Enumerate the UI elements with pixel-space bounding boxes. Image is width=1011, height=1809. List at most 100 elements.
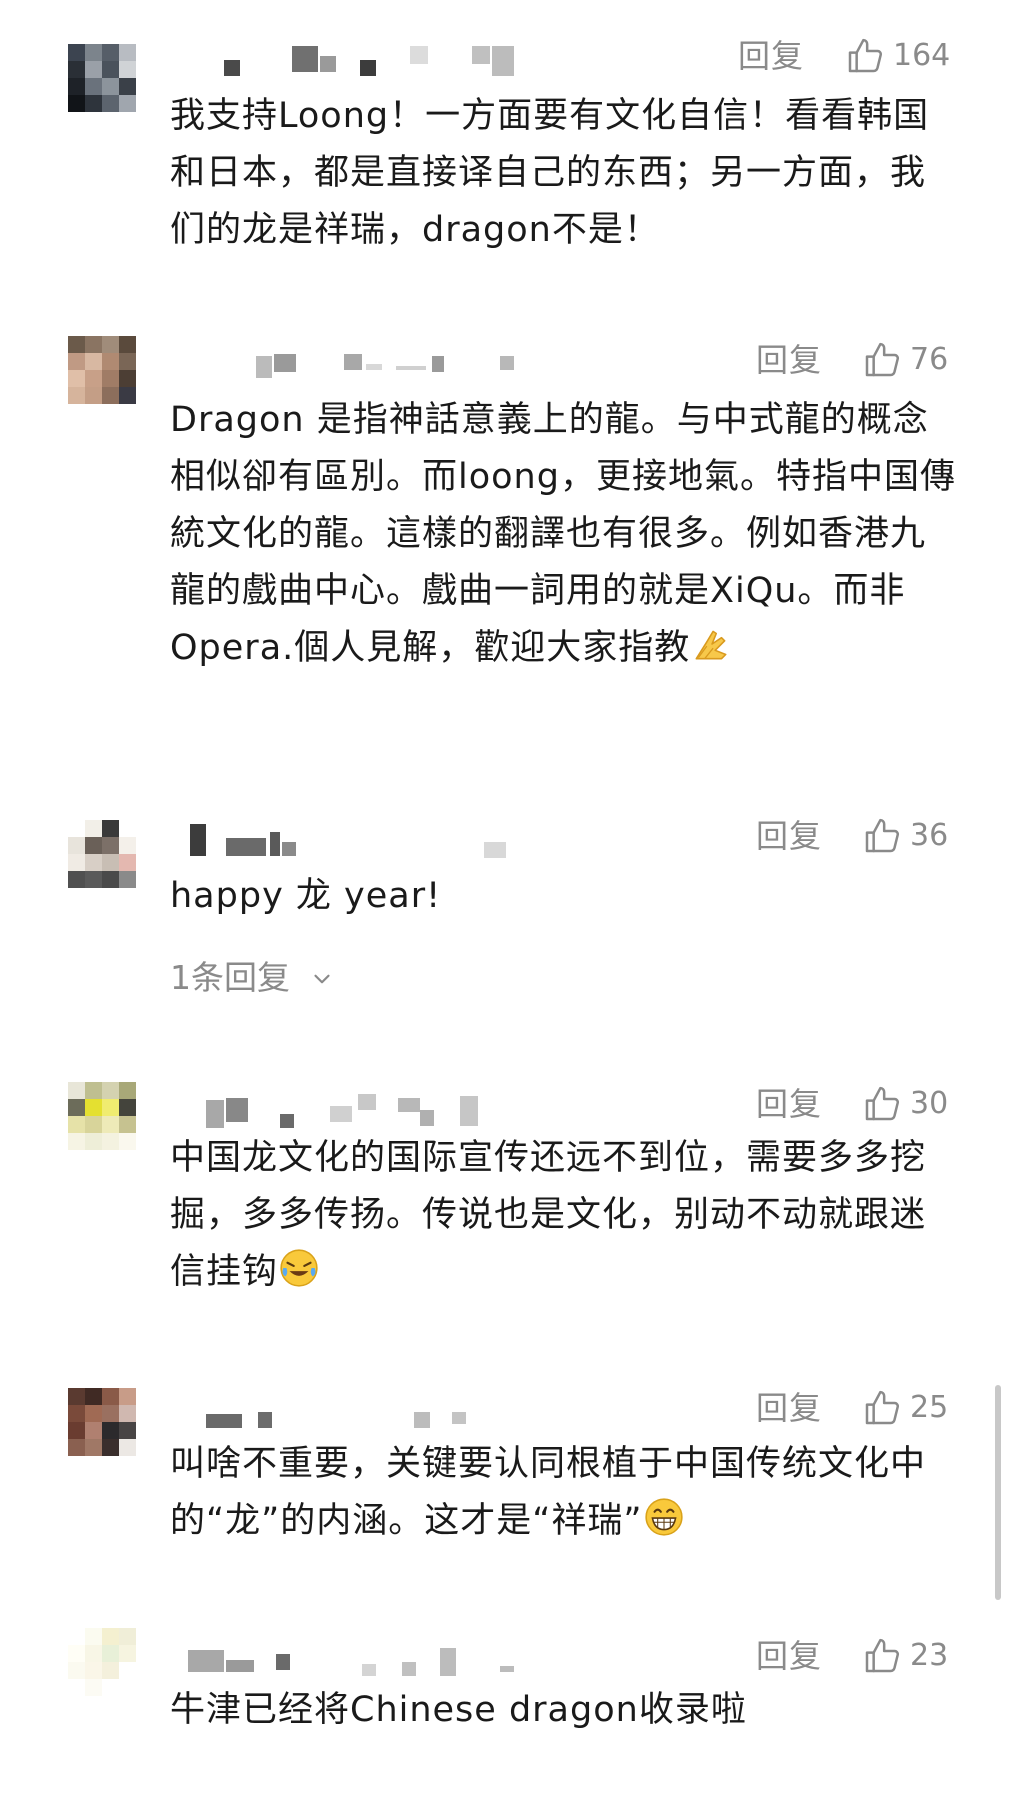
avatar-pixel — [68, 1082, 85, 1099]
like-button[interactable]: 30 — [862, 1084, 948, 1124]
avatar[interactable] — [68, 820, 136, 888]
avatar-pixel — [119, 353, 136, 370]
avatar[interactable] — [68, 44, 136, 112]
avatar[interactable] — [68, 1628, 136, 1696]
thumbs-up-icon — [865, 342, 900, 377]
username-redacted[interactable] — [170, 1094, 590, 1128]
avatar-pixel — [68, 1662, 85, 1679]
avatar-pixel — [102, 353, 119, 370]
comment-text: 中国龙文化的国际宣传还远不到位，需要多多挖掘，多多传扬。传说也是文化，别动不动就… — [170, 1130, 960, 1301]
reply-button[interactable]: 回复 — [756, 1636, 822, 1676]
avatar-pixel — [119, 336, 136, 353]
avatar[interactable] — [68, 336, 136, 404]
avatar-pixel — [102, 1388, 119, 1405]
username-redacted[interactable] — [170, 350, 590, 378]
avatar-pixel — [85, 820, 102, 837]
username-redacted[interactable] — [170, 1410, 590, 1434]
avatar-pixel — [68, 61, 85, 78]
thumbs-up-icon — [865, 1638, 900, 1673]
avatar-pixel — [68, 871, 85, 888]
avatar-pixel — [68, 1388, 85, 1405]
avatar-pixel — [102, 1645, 119, 1662]
comment-text: Dragon 是指神話意義上的龍。与中式龍的概念相似卻有區別。而loong，更接… — [170, 392, 960, 677]
thumbs-up-icon — [848, 38, 883, 73]
avatar-pixel — [85, 1405, 102, 1422]
avatar-pixel — [102, 61, 119, 78]
avatar-pixel — [119, 387, 136, 404]
avatar-pixel — [119, 1099, 136, 1116]
avatar-pixel — [102, 44, 119, 61]
username-redacted[interactable] — [170, 1640, 590, 1676]
like-button[interactable]: 25 — [862, 1388, 948, 1428]
avatar-pixel — [85, 370, 102, 387]
avatar-pixel — [85, 78, 102, 95]
folded-hands-emoji-icon — [695, 630, 727, 660]
avatar-pixel — [85, 1422, 102, 1439]
thumbs-up-icon — [865, 1086, 900, 1121]
avatar-pixel — [102, 820, 119, 837]
username-redacted[interactable] — [170, 824, 590, 858]
avatar-pixel — [85, 1099, 102, 1116]
like-button[interactable]: 164 — [845, 36, 950, 76]
avatar-pixel — [68, 78, 85, 95]
avatar-pixel — [68, 837, 85, 854]
avatar-pixel — [68, 1133, 85, 1150]
avatar-pixel — [68, 44, 85, 61]
avatar-pixel — [85, 95, 102, 112]
comment-text: 我支持Loong！一方面要有文化自信！看看韩国和日本，都是直接译自己的东西；另一… — [170, 96, 930, 250]
avatar-pixel — [119, 1388, 136, 1405]
avatar[interactable] — [68, 1388, 136, 1456]
avatar-pixel — [68, 1628, 85, 1645]
avatar[interactable] — [68, 1082, 136, 1150]
avatar-pixel — [85, 387, 102, 404]
reply-button[interactable]: 回复 — [756, 340, 822, 380]
avatar-pixel — [102, 1422, 119, 1439]
reply-button[interactable]: 回复 — [756, 1084, 822, 1124]
avatar-pixel — [68, 1116, 85, 1133]
comment-text: 叫啥不重要，关键要认同根植于中国传统文化中的“龙”的内涵。这才是“祥瑞” — [170, 1436, 960, 1550]
comment-text-content: Dragon 是指神話意義上的龍。与中式龍的概念相似卻有區別。而loong，更接… — [170, 400, 956, 668]
like-count: 36 — [910, 818, 949, 853]
like-button[interactable]: 23 — [862, 1636, 948, 1676]
avatar-pixel — [85, 854, 102, 871]
avatar-pixel — [119, 1422, 136, 1439]
like-button[interactable]: 36 — [862, 816, 948, 856]
avatar-pixel — [85, 1439, 102, 1456]
avatar-pixel — [119, 1133, 136, 1150]
avatar-pixel — [102, 1082, 119, 1099]
expand-replies-link[interactable]: 1条回复 — [170, 958, 335, 998]
avatar-pixel — [68, 1422, 85, 1439]
like-count: 25 — [910, 1390, 949, 1425]
username-redacted[interactable] — [170, 46, 590, 76]
avatar-pixel — [102, 1679, 119, 1696]
avatar-pixel — [68, 370, 85, 387]
chevron-down-icon — [313, 974, 330, 984]
avatar-pixel — [119, 837, 136, 854]
avatar-pixel — [119, 95, 136, 112]
avatar-pixel — [119, 1679, 136, 1696]
avatar-pixel — [85, 353, 102, 370]
reply-button[interactable]: 回复 — [756, 816, 822, 856]
avatar-pixel — [102, 871, 119, 888]
like-count: 164 — [893, 38, 951, 73]
avatar-pixel — [68, 387, 85, 404]
like-button[interactable]: 76 — [862, 340, 948, 380]
avatar-pixel — [102, 370, 119, 387]
reply-button[interactable]: 回复 — [738, 36, 804, 76]
reply-button[interactable]: 回复 — [756, 1388, 822, 1428]
avatar-pixel — [68, 1645, 85, 1662]
avatar-pixel — [85, 1679, 102, 1696]
scrollbar[interactable] — [995, 1385, 1001, 1600]
avatar-pixel — [119, 61, 136, 78]
avatar-pixel — [119, 44, 136, 61]
comment-text: happy 龙 year! — [170, 876, 442, 916]
avatar-pixel — [85, 1388, 102, 1405]
avatar-pixel — [85, 1082, 102, 1099]
avatar-pixel — [119, 820, 136, 837]
avatar-pixel — [102, 1439, 119, 1456]
avatar-pixel — [102, 387, 119, 404]
laughing-crying-emoji-icon — [280, 1249, 318, 1287]
comment-text-content: 叫啥不重要，关键要认同根植于中国传统文化中的“龙”的内涵。这才是“祥瑞” — [170, 1444, 927, 1541]
avatar-pixel — [68, 1679, 85, 1696]
avatar-pixel — [85, 1662, 102, 1679]
